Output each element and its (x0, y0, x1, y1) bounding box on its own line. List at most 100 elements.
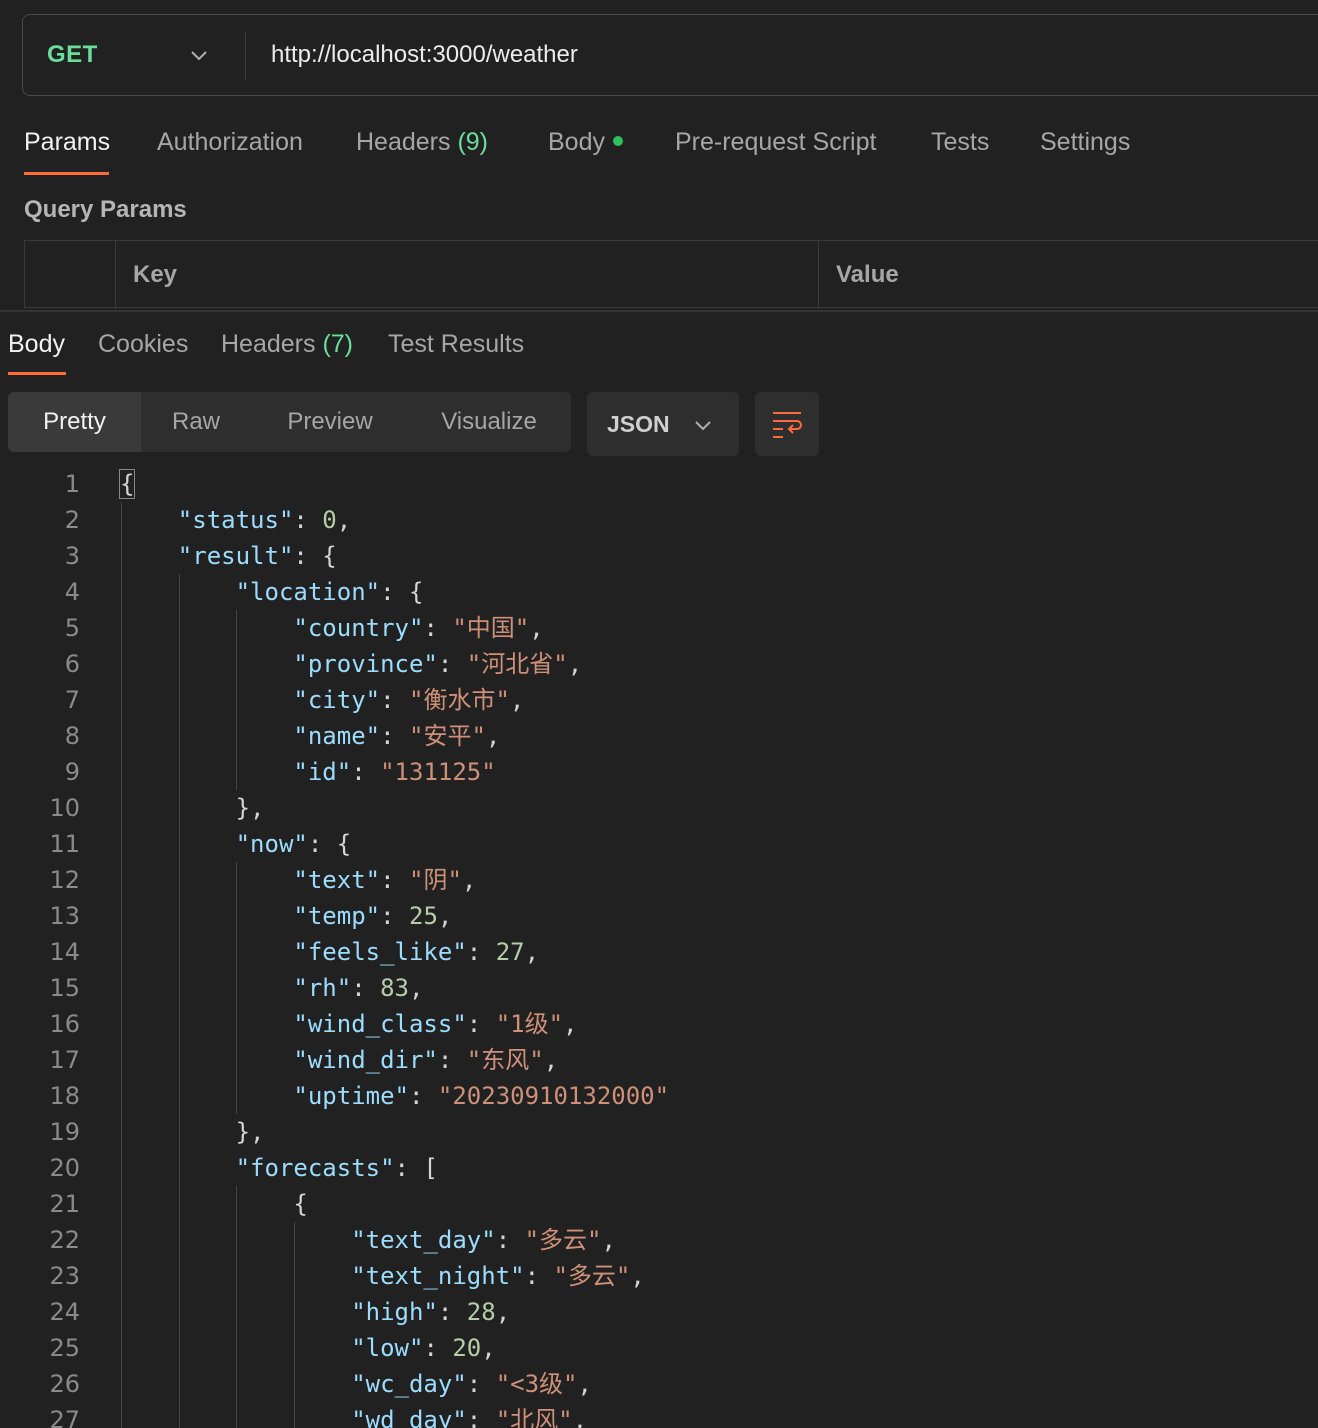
json-value: "安平" (409, 722, 486, 750)
json-key: "wc_day" (351, 1370, 467, 1398)
json-key: "wind_dir" (293, 1046, 438, 1074)
code-line: 24 "high": 28, (0, 1294, 1318, 1330)
response-tab-test-results[interactable]: Test Results (388, 330, 524, 359)
json-value: "中国" (452, 614, 530, 642)
response-tab-headers-count: (7) (322, 330, 354, 358)
code-line: 2 "status": 0, (0, 502, 1318, 538)
line-number: 5 (64, 614, 80, 642)
json-key: "text_day" (351, 1226, 496, 1254)
tab-headers-label: Headers (356, 128, 451, 156)
response-tab-body[interactable]: Body (8, 330, 65, 359)
view-pretty-button[interactable]: Pretty (8, 392, 141, 452)
line-number: 1 (64, 470, 80, 498)
query-params-title: Query Params (24, 196, 187, 223)
pane-resize-handle[interactable] (0, 310, 1318, 312)
code-line: 15 "rh": 83, (0, 970, 1318, 1006)
tab-headers-count: (9) (457, 128, 489, 156)
wrap-lines-button[interactable] (755, 392, 819, 456)
tab-headers[interactable]: Headers (9) (356, 128, 488, 157)
column-divider (115, 241, 116, 309)
json-key: "rh" (293, 974, 352, 1002)
code-line: 11 "now": { (0, 826, 1318, 862)
tab-params[interactable]: Params (24, 128, 110, 157)
code-line: 23 "text_night": "多云", (0, 1258, 1318, 1294)
wrap-text-icon (773, 412, 802, 438)
response-tab-cookies[interactable]: Cookies (98, 330, 188, 359)
json-key: "text_night" (351, 1262, 525, 1290)
json-value: "多云" (524, 1226, 602, 1254)
code-line: 9 "id": "131125" (0, 754, 1318, 790)
json-key: "name" (293, 722, 381, 750)
line-number: 23 (49, 1262, 80, 1290)
json-value: "131125" (380, 758, 496, 786)
code-line: 6 "province": "河北省", (0, 646, 1318, 682)
code-line: 7 "city": "衡水市", (0, 682, 1318, 718)
line-number: 4 (64, 578, 80, 606)
line-number: 6 (64, 650, 80, 678)
method-selector[interactable]: GET (47, 41, 98, 69)
code-line: 12 "text": "阴", (0, 862, 1318, 898)
code-line: 13 "temp": 25, (0, 898, 1318, 934)
json-key: "province" (293, 650, 438, 678)
column-divider (818, 241, 819, 309)
code-line: 14 "feels_like": 27, (0, 934, 1318, 970)
chevron-down-icon[interactable] (189, 45, 209, 65)
line-number: 14 (49, 938, 80, 966)
code-line: 26 "wc_day": "<3级", (0, 1366, 1318, 1402)
json-value: "1级" (495, 1010, 564, 1038)
response-tab-headers[interactable]: Headers (7) (221, 330, 353, 359)
json-key: "wind_class" (293, 1010, 467, 1038)
tab-authorization[interactable]: Authorization (157, 128, 303, 157)
json-key: "text" (293, 866, 381, 894)
chevron-down-icon (695, 421, 711, 431)
url-divider (245, 31, 246, 81)
line-number: 24 (49, 1298, 80, 1326)
line-number: 7 (64, 686, 80, 714)
tab-tests[interactable]: Tests (931, 128, 989, 157)
line-number: 17 (49, 1046, 80, 1074)
tab-body[interactable]: Body (548, 128, 623, 157)
line-number: 13 (49, 902, 80, 930)
code-line: 1{ (0, 466, 1318, 502)
json-value: "多云" (553, 1262, 631, 1290)
line-number: 27 (49, 1406, 80, 1428)
view-raw-button[interactable]: Raw (141, 392, 251, 452)
json-value: 0 (322, 506, 337, 534)
json-value: 25 (409, 902, 438, 930)
code-line: 18 "uptime": "20230910132000" (0, 1078, 1318, 1114)
tab-pre-request-script[interactable]: Pre-request Script (675, 128, 876, 157)
line-number: 20 (49, 1154, 80, 1182)
format-dropdown[interactable]: JSON (587, 392, 739, 456)
line-number: 10 (49, 794, 80, 822)
line-number: 9 (64, 758, 80, 786)
code-line: 4 "location": { (0, 574, 1318, 610)
url-input[interactable]: http://localhost:3000/weather (271, 41, 578, 69)
json-value: "河北省" (466, 650, 568, 678)
table-row-divider (25, 307, 1318, 308)
code-line: 20 "forecasts": [ (0, 1150, 1318, 1186)
view-mode-group: Pretty Raw Preview Visualize (8, 392, 571, 452)
code-line: 25 "low": 20, (0, 1330, 1318, 1366)
response-body-editor[interactable]: 1{ 2 "status": 0, 3 "result": { 4 "locat… (0, 466, 1318, 1428)
json-key: "high" (351, 1298, 438, 1326)
tab-body-label: Body (548, 128, 605, 156)
query-params-table: Key Value (24, 240, 1318, 309)
json-value: 83 (380, 974, 409, 1002)
view-preview-button[interactable]: Preview (251, 392, 409, 452)
active-response-tab-indicator (8, 372, 66, 375)
json-key: "temp" (293, 902, 381, 930)
body-indicator-dot (612, 136, 623, 147)
active-tab-indicator (24, 172, 109, 175)
code-line: 22 "text_day": "多云", (0, 1222, 1318, 1258)
json-value: 27 (495, 938, 525, 966)
json-value: "阴" (409, 866, 462, 894)
line-number: 15 (49, 974, 80, 1002)
json-key: "location" (235, 578, 381, 606)
tab-settings[interactable]: Settings (1040, 128, 1130, 157)
json-key: "wd_day" (351, 1406, 467, 1428)
json-value: "衡水市" (409, 686, 510, 714)
line-number: 25 (49, 1334, 80, 1362)
json-key: "result" (177, 542, 294, 570)
view-visualize-button[interactable]: Visualize (409, 392, 569, 452)
json-key: "country" (293, 614, 424, 642)
